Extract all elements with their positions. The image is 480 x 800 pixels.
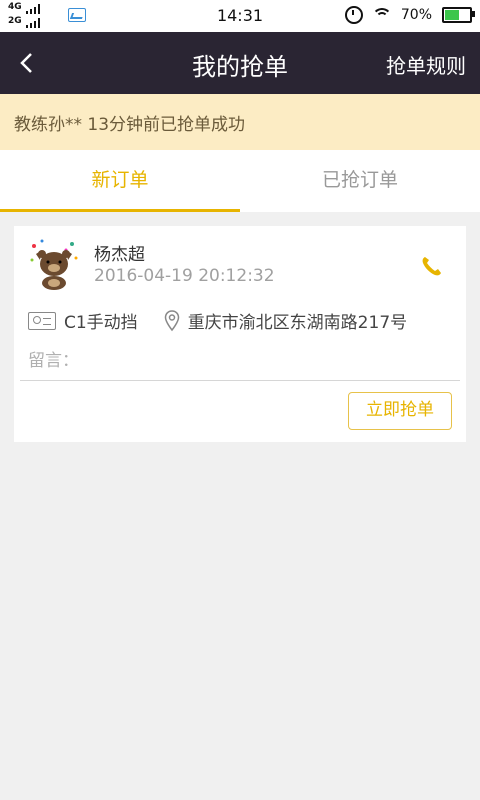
rules-link[interactable]: 抢单规则 bbox=[386, 50, 466, 79]
student-name: 杨杰超 bbox=[94, 245, 145, 265]
alarm-icon bbox=[344, 6, 363, 24]
notice-text: 教练孙** 13分钟前已抢单成功 bbox=[14, 114, 246, 135]
phone-icon bbox=[422, 257, 441, 276]
status-bar: 4G 2G 14:31 70% bbox=[0, 0, 480, 32]
order-card: 杨杰超 2016-04-19 20:12:32 C1手动挡 重庆市渝北区东湖南路… bbox=[14, 226, 466, 442]
battery-percent: 70% bbox=[400, 7, 432, 23]
order-info-row: C1手动挡 重庆市渝北区东湖南路217号 bbox=[28, 308, 407, 333]
avatar bbox=[28, 238, 80, 290]
battery-fill bbox=[445, 10, 459, 20]
app-header: 我的抢单 抢单规则 bbox=[0, 32, 480, 94]
license-type: C1手动挡 bbox=[64, 313, 138, 333]
license-card-icon bbox=[28, 311, 56, 330]
battery-icon bbox=[442, 7, 475, 23]
address: 重庆市渝北区东湖南路217号 bbox=[187, 313, 408, 333]
grab-notice-banner: 教练孙** 13分钟前已抢单成功 bbox=[0, 94, 480, 150]
order-tabs: 新订单 已抢订单 bbox=[0, 150, 480, 212]
divider bbox=[20, 380, 460, 381]
tab-grabbed-orders[interactable]: 已抢订单 bbox=[240, 150, 480, 212]
location-pin-icon bbox=[164, 309, 179, 331]
message-label: 留言： bbox=[28, 351, 79, 371]
tab-new-orders[interactable]: 新订单 bbox=[0, 150, 240, 212]
order-time: 2016-04-19 20:12:32 bbox=[94, 266, 275, 286]
call-button[interactable] bbox=[420, 254, 444, 278]
wifi-icon bbox=[371, 8, 392, 22]
grab-order-button[interactable]: 立即抢单 bbox=[348, 392, 452, 430]
bear-avatar-icon bbox=[30, 239, 78, 290]
